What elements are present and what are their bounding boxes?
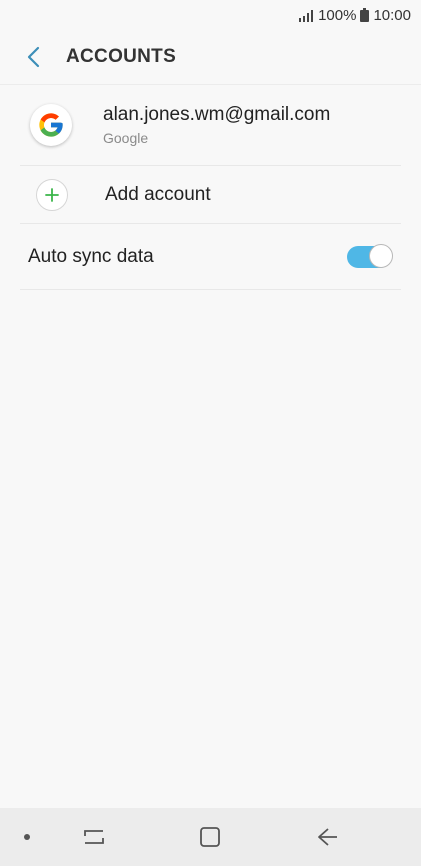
- recents-icon[interactable]: [83, 827, 105, 847]
- back-arrow-icon[interactable]: [14, 37, 54, 77]
- battery-percent: 100%: [318, 6, 357, 24]
- add-account-button[interactable]: Add account: [20, 166, 401, 224]
- battery-icon: [360, 8, 370, 22]
- navigation-bar: [0, 808, 421, 866]
- back-icon[interactable]: [317, 827, 339, 847]
- account-email: alan.jones.wm@gmail.com: [103, 104, 331, 125]
- home-icon[interactable]: [199, 826, 221, 848]
- auto-sync-label: Auto sync data: [28, 245, 154, 267]
- accounts-list: alan.jones.wm@gmail.com Google Add accou…: [20, 85, 401, 290]
- plus-icon: [36, 178, 68, 211]
- google-logo-icon: [30, 104, 72, 146]
- auto-sync-toggle[interactable]: [347, 243, 393, 268]
- account-text: alan.jones.wm@gmail.com Google: [103, 104, 330, 146]
- status-bar: 100% 10:00: [0, 0, 421, 30]
- signal-icon: [298, 9, 314, 22]
- clock: 10:00: [373, 6, 411, 24]
- account-item-google[interactable]: alan.jones.wm@gmail.com Google: [20, 85, 401, 166]
- auto-sync-row[interactable]: Auto sync data: [20, 224, 401, 290]
- toggle-knob: [369, 243, 393, 268]
- home-dot-icon[interactable]: [23, 833, 31, 841]
- add-account-label: Add account: [105, 183, 211, 205]
- page-title: ACCOUNTS: [66, 46, 177, 67]
- app-header: ACCOUNTS: [0, 30, 421, 85]
- account-type: Google: [103, 130, 149, 146]
